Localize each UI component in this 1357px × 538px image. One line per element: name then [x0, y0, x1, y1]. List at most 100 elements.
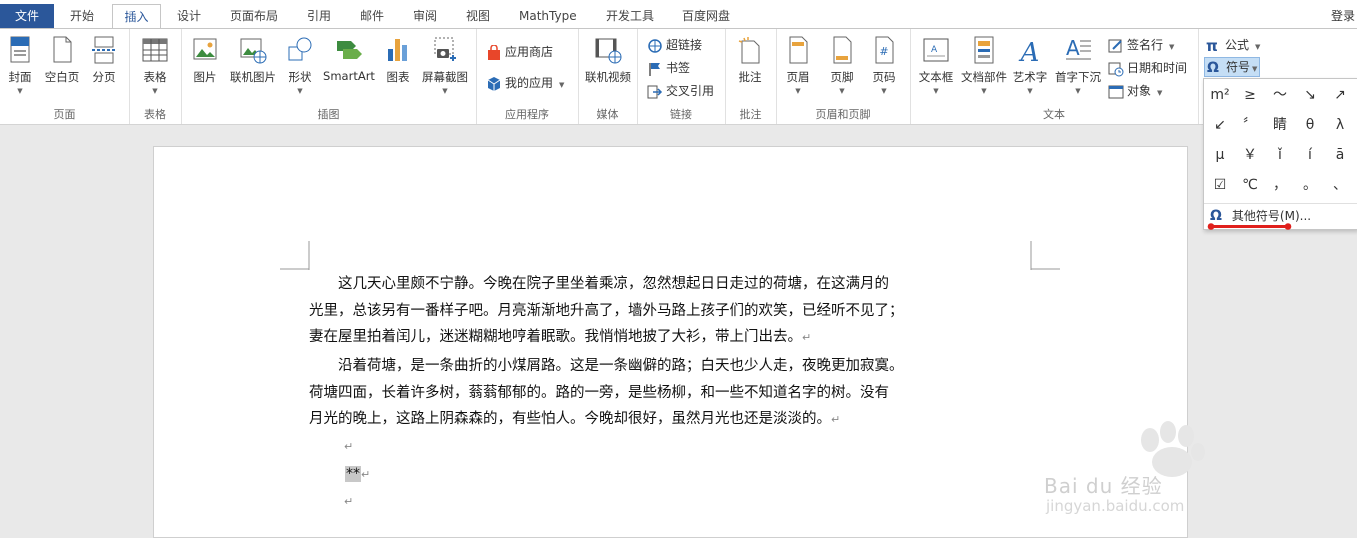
pi-icon: π — [1206, 36, 1218, 55]
group-illustrations: 图片 联机图片 形状 ▼ SmartArt 图表 屏幕截图 ▼ 插图 — [181, 29, 477, 124]
online-picture-icon — [240, 38, 267, 64]
header-button[interactable]: 页眉 ▼ — [782, 35, 814, 95]
symbol-cell[interactable]: ↘ — [1295, 80, 1325, 110]
symbol-cell[interactable]: ， — [1265, 170, 1295, 200]
smartart-icon — [337, 41, 362, 59]
group-label: 应用程序 — [505, 108, 549, 121]
selected-text-line[interactable]: **↵ — [345, 462, 370, 486]
symbol-cell[interactable]: 〞 — [1235, 110, 1265, 140]
symbol-cell[interactable]: 睛 — [1265, 110, 1295, 140]
tab-references[interactable]: 引用 — [307, 4, 331, 29]
online-video-button[interactable]: 联机视频 — [582, 35, 634, 85]
tab-home[interactable]: 开始 — [70, 4, 94, 29]
chevron-down-icon: ▼ — [933, 87, 939, 95]
quick-parts-icon — [974, 36, 994, 64]
bookmark-flag-icon — [649, 62, 660, 76]
group-tables: 表格 ▼ 表格 — [129, 29, 182, 124]
group-label: 文本 — [1043, 108, 1065, 121]
page-number-button[interactable]: # 页码 ▼ — [868, 35, 900, 95]
symbol-cell[interactable]: í — [1295, 140, 1325, 170]
symbol-cell[interactable]: ↗ — [1325, 80, 1355, 110]
blank-page-button[interactable]: 空白页 — [42, 35, 82, 85]
chevron-down-icon: ▼ — [559, 81, 565, 89]
group-comments: 批注 批注 — [725, 29, 777, 124]
symbol-cell[interactable]: ℃ — [1235, 170, 1265, 200]
tab-page-layout[interactable]: 页面布局 — [230, 4, 278, 29]
footer-icon — [833, 36, 852, 64]
selected-text[interactable]: ** — [345, 466, 361, 482]
object-button[interactable]: 对象 ▼ — [1108, 81, 1162, 101]
chevron-down-icon: ▼ — [1169, 43, 1175, 51]
smartart-button[interactable]: SmartArt — [321, 35, 377, 83]
symbol-cell[interactable]: μ — [1205, 140, 1235, 170]
group-media: 联机视频 媒体 — [578, 29, 638, 124]
login-link[interactable]: 登录 — [1331, 7, 1355, 24]
shapes-button[interactable]: 形状 ▼ — [283, 35, 317, 95]
cover-button[interactable]: 封面 ▼ — [4, 35, 36, 95]
page-break-button[interactable]: 分页 — [88, 35, 120, 85]
table-button[interactable]: 表格 ▼ — [139, 35, 171, 95]
cross-reference-button[interactable]: 交叉引用 — [647, 81, 714, 101]
paragraph-1[interactable]: 这几天心里颇不宁静。今晚在院子里坐着乘凉，忽然想起日日走过的荷塘，在这满月的 光… — [309, 271, 1033, 351]
symbol-cell[interactable]: ǐ — [1265, 140, 1295, 170]
group-pages: 封面 ▼ 空白页 分页 页面 — [0, 29, 130, 124]
paragraph-2[interactable]: 沿着荷塘，是一条曲折的小煤屑路。这是一条幽僻的路；白天也少人走，夜晚更加寂寞。 … — [309, 353, 1033, 433]
tab-mailings[interactable]: 邮件 — [360, 4, 384, 29]
chart-button[interactable]: 图表 — [383, 35, 413, 85]
svg-text:A: A — [1066, 36, 1080, 60]
text-line: 荷塘四面，长着许多树，蓊蓊郁郁的。路的一旁，是些杨柳，和一些不知道名字的树。没有 — [309, 384, 889, 401]
tab-design[interactable]: 设计 — [177, 4, 201, 29]
date-time-button[interactable]: 日期和时间 — [1108, 58, 1187, 78]
tab-review[interactable]: 审阅 — [413, 4, 437, 29]
quick-parts-button[interactable]: 文档部件 ▼ — [958, 35, 1010, 95]
textbox-button[interactable]: A 文本框 ▼ — [916, 35, 956, 95]
tab-view[interactable]: 视图 — [466, 4, 490, 29]
symbol-cell[interactable]: θ — [1295, 110, 1325, 140]
symbol-cell[interactable]: ā — [1325, 140, 1355, 170]
drop-cap-button[interactable]: A 首字下沉 ▼ — [1052, 35, 1104, 95]
symbol-cell[interactable]: ～ — [1265, 80, 1295, 110]
app-store-button[interactable]: 应用商店 — [486, 42, 553, 62]
symbol-button[interactable]: Ω 符号 ▼ — [1204, 57, 1261, 77]
equation-button[interactable]: π 公式 ▼ — [1206, 35, 1260, 55]
svg-text:#: # — [879, 45, 888, 58]
my-apps-button[interactable]: 我的应用 ▼ — [486, 73, 564, 93]
symbol-cell[interactable]: ￥ — [1235, 140, 1265, 170]
store-bag-icon — [488, 44, 500, 60]
chevron-down-icon: ▼ — [17, 87, 23, 95]
screenshot-button[interactable]: 屏幕截图 ▼ — [419, 35, 471, 95]
red-annotation-underline — [1207, 223, 1292, 230]
symbol-dropdown: m² ≥ ～ ↘ ↗ ↙ 〞 睛 θ λ μ ￥ ǐ í ā ☑ ℃ ， 。 、… — [1203, 78, 1357, 230]
signature-icon — [1108, 39, 1122, 52]
symbol-cell[interactable]: ≥ — [1235, 80, 1265, 110]
text-line: 沿着荷塘，是一条曲折的小煤屑路。这是一条幽僻的路；白天也少人走，夜晚更加寂寞。 — [309, 358, 904, 374]
tab-insert[interactable]: 插入 — [112, 4, 161, 29]
hyperlink-button[interactable]: 超链接 — [647, 35, 702, 55]
picture-button[interactable]: 图片 — [189, 35, 221, 85]
symbol-cell[interactable]: m² — [1205, 80, 1235, 110]
signature-line-button[interactable]: 签名行 ▼ — [1108, 35, 1174, 55]
footer-button[interactable]: 页脚 ▼ — [826, 35, 858, 95]
tab-file[interactable]: 文件 — [0, 4, 54, 29]
new-comment-button[interactable]: 批注 — [734, 35, 766, 85]
chevron-down-icon: ▼ — [152, 87, 158, 95]
symbol-cell[interactable]: 、 — [1325, 170, 1355, 200]
symbol-cell[interactable]: 。 — [1295, 170, 1325, 200]
tab-developer[interactable]: 开发工具 — [606, 4, 654, 29]
online-picture-button[interactable]: 联机图片 — [227, 35, 279, 85]
chevron-down-icon: ▼ — [795, 87, 801, 95]
cover-page-icon — [10, 36, 30, 63]
tab-mathtype[interactable]: MathType — [519, 4, 577, 29]
svg-text:A: A — [1019, 38, 1040, 65]
bookmark-button[interactable]: 书签 — [647, 58, 690, 78]
margin-corner-mark — [280, 241, 310, 270]
blank-page-icon — [53, 36, 72, 63]
shapes-icon — [288, 37, 312, 61]
symbol-cell[interactable]: λ — [1325, 110, 1355, 140]
watermark-url: jingyan.baidu.com — [1046, 497, 1185, 515]
symbol-cell[interactable]: ☑ — [1205, 170, 1235, 200]
wordart-button[interactable]: A 艺术字 ▼ — [1010, 35, 1050, 95]
tab-baidu-netdisk[interactable]: 百度网盘 — [682, 4, 730, 29]
symbol-cell[interactable]: ↙ — [1205, 110, 1235, 140]
my-apps-icon — [487, 76, 501, 91]
